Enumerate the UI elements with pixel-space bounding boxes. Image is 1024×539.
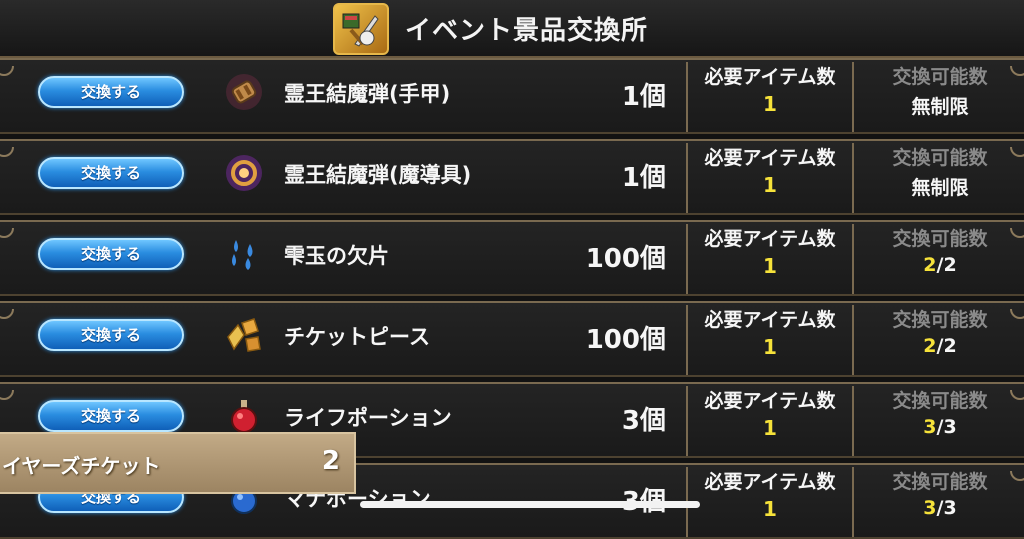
exchangeable-count-label: 交換可能数 [892,309,988,331]
exchange-button[interactable]: 交換する [38,238,184,270]
exchangeable-total: /2 [936,254,957,276]
required-items-value: 1 [763,173,777,197]
required-items-label: 必要アイテム数 [704,471,836,493]
exchangeable-count-value: 3/3 [856,416,1024,438]
required-items-label: 必要アイテム数 [704,147,836,169]
item-quantity: 3個 [621,406,666,436]
item-name: ライフポーション [284,406,452,430]
page-title: イベント景品交換所 [405,16,649,46]
item-quantity: 1個 [621,163,666,193]
exchangeable-total: /3 [936,497,957,519]
ticket-label: イヤーズチケット [2,454,161,478]
required-items-value: 1 [763,416,777,440]
exchange-button[interactable]: 交換する [38,400,184,432]
exchangeable-current: 2 [923,335,937,357]
divider [852,467,854,537]
required-items-label: 必要アイテム数 [704,66,836,88]
exchangeable-current: 3 [923,497,937,519]
exchangeable-count-value: 無制限 [911,96,969,118]
divider [852,224,854,294]
exchange-button[interactable]: 交換する [38,76,184,108]
item-quantity: 100個 [585,325,666,355]
exchange-button[interactable]: 交換する [38,157,184,189]
item-name: 雫玉の欠片 [284,244,389,268]
divider [686,143,688,213]
exchangeable-count-label: 交換可能数 [892,147,988,169]
exchangeable-total: /3 [936,416,957,438]
life-potion-icon [231,400,257,433]
divider [852,143,854,213]
divider [852,305,854,375]
required-items-label: 必要アイテム数 [704,309,836,331]
required-items-value: 1 [763,92,777,116]
ticket-count: 2 [321,446,340,476]
exchangeable-count-label: 交換可能数 [892,66,988,88]
required-items-label: 必要アイテム数 [704,390,836,412]
swords-shop-icon [333,3,389,55]
magic-tool-icon [226,155,262,191]
item-name: 霊王結魔弾(魔導具) [284,163,472,187]
exchangeable-count-label: 交換可能数 [892,471,988,493]
divider [686,62,688,132]
droplet-shards-icon [232,240,253,270]
list-item: 交換する 霊王結魔弾(魔導具) 1個 必要アイテム数 1 交換可能数 無制限 [0,139,1024,215]
item-quantity: 100個 [585,244,666,274]
divider [686,224,688,294]
gauntlet-icon [226,74,262,110]
required-items-value: 1 [763,497,777,521]
list-item: 交換する 雫玉の欠片 100個 必要アイテム数 1 交換可能数 2/2 [0,220,1024,296]
item-quantity: 1個 [621,82,666,112]
exchangeable-count-label: 交換可能数 [892,390,988,412]
list-item: 交換する チケットピース 100個 必要アイテム数 1 交換可能数 2/2 [0,301,1024,377]
divider [852,62,854,132]
header-bar: イベント景品交換所 [0,0,1024,58]
divider [686,305,688,375]
item-name: 霊王結魔弾(手甲) [284,82,451,106]
exchangeable-count-label: 交換可能数 [892,228,988,250]
home-indicator[interactable] [360,501,700,508]
item-name: チケットピース [284,325,430,349]
divider [686,386,688,456]
divider [852,386,854,456]
exchangeable-count-value: 2/2 [856,335,1024,357]
exchangeable-count-value: 2/2 [856,254,1024,276]
item-quantity: 3個 [622,481,666,518]
required-items-value: 1 [763,254,777,278]
ticket-balance-panel: イヤーズチケット 2 [0,432,356,494]
exchangeable-count-value: 3/3 [856,497,1024,519]
exchangeable-current: 2 [923,254,937,276]
exchangeable-count-value: 無制限 [911,177,969,199]
exchangeable-current: 3 [923,416,937,438]
list-item: 交換する 霊王結魔弾(手甲) 1個 必要アイテム数 1 交換可能数 無制限 [0,58,1024,134]
exchangeable-total: /2 [936,335,957,357]
required-items-value: 1 [763,335,777,359]
exchange-button[interactable]: 交換する [38,319,184,351]
required-items-label: 必要アイテム数 [704,228,836,250]
ticket-pieces-icon [227,318,261,352]
